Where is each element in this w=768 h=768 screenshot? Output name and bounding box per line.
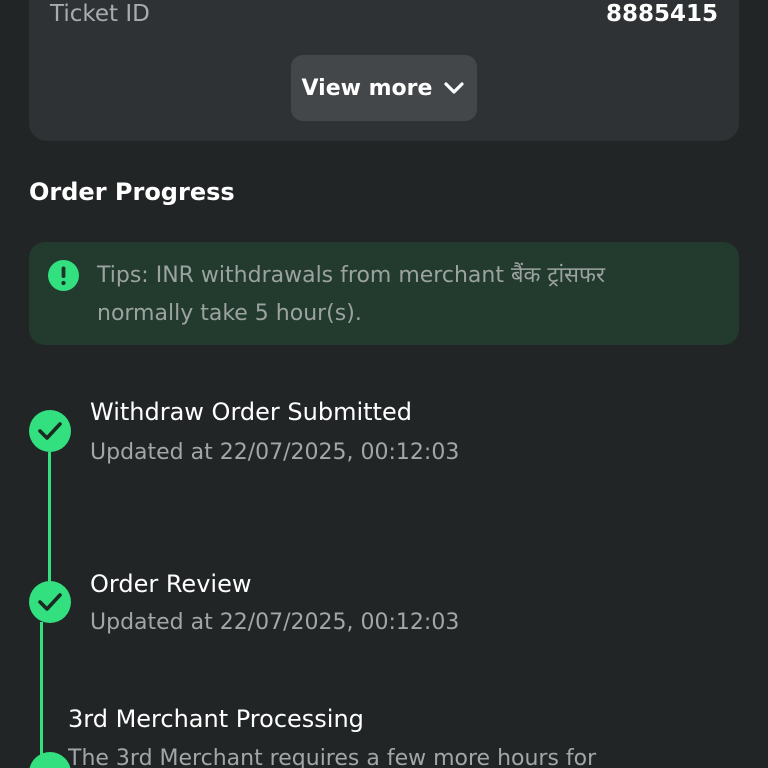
tips-text-line-1: Tips: INR withdrawals from merchant बैंक… [97,263,606,288]
exclamation-circle-icon [48,260,79,291]
check-circle-icon [29,581,71,623]
check-circle-icon [29,410,71,452]
order-progress-title: Order Progress [29,178,235,206]
tips-text-line-2: normally take 5 hour(s). [97,301,362,326]
order-detail-page: Ticket ID 8885415 View more Order Progre… [0,0,768,768]
ticket-id-value: 8885415 [605,1,718,27]
step-title: Order Review [90,570,252,598]
view-more-button[interactable]: View more [291,55,477,121]
ticket-id-label: Ticket ID [50,1,150,27]
tips-text: Tips: INR withdrawals from merchant बैंक… [97,257,707,333]
view-more-label: View more [301,75,433,101]
timeline-connector [48,452,51,584]
step-title: Withdraw Order Submitted [90,398,412,426]
step-updated-time: Updated at 22/07/2025, 00:12:03 [90,610,460,635]
step-updated-time: Updated at 22/07/2025, 00:12:03 [90,440,460,465]
step-title: 3rd Merchant Processing [68,705,364,733]
timeline-connector [40,622,43,768]
chevron-down-icon [442,76,466,100]
check-circle-icon [29,752,71,768]
step-description: The 3rd Merchant requires a few more hou… [68,746,597,768]
